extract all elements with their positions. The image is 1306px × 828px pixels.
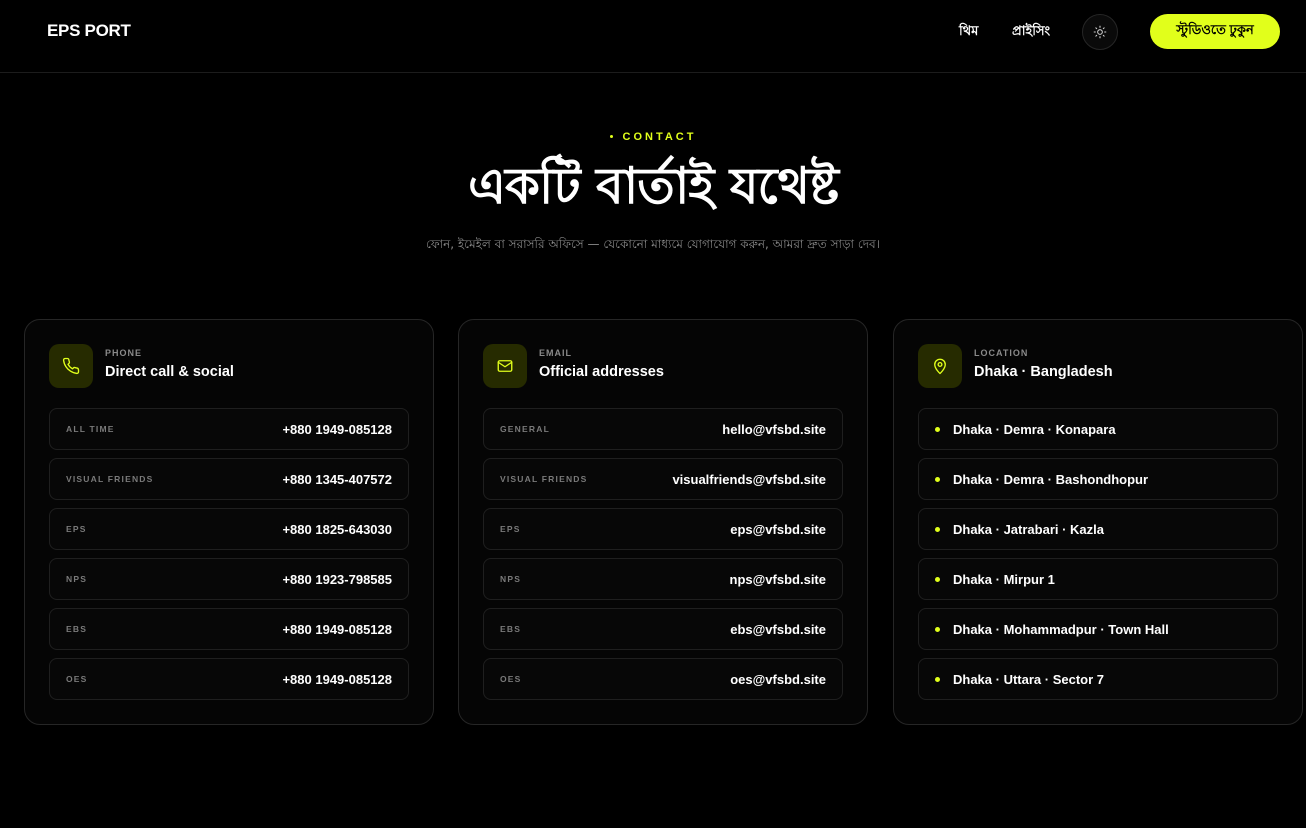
- email-row-label: NPS: [500, 574, 522, 584]
- email-address[interactable]: visualfriends@vfsbd.site: [672, 472, 826, 487]
- location-list: Dhaka · Demra · Konapara Dhaka · Demra ·…: [918, 408, 1278, 708]
- phone-card: PHONE Direct call & social ALL TIME +880 …: [24, 319, 434, 725]
- location-row[interactable]: Dhaka · Mirpur 1: [918, 558, 1278, 600]
- location-bullet: [935, 426, 940, 432]
- phone-card-title: Direct call & social: [105, 364, 234, 380]
- email-address[interactable]: eps@vfsbd.site: [730, 522, 826, 537]
- phone-row-label: ALL TIME: [66, 424, 115, 434]
- location-card-title: Dhaka · Bangladesh: [974, 364, 1113, 380]
- location-address: Dhaka · Demra · Konapara: [953, 421, 1116, 437]
- phone-number[interactable]: +880 1345-407572: [282, 472, 392, 487]
- sun-icon: [1093, 25, 1107, 39]
- phone-number[interactable]: +880 1949-085128: [282, 622, 392, 637]
- location-address: Dhaka · Uttara · Sector 7: [953, 671, 1104, 687]
- email-row[interactable]: EBS ebs@vfsbd.site: [483, 608, 843, 650]
- email-card-title: Official addresses: [539, 364, 664, 380]
- phone-row[interactable]: EPS +880 1825-643030: [49, 508, 409, 550]
- phone-row-label: NPS: [66, 574, 88, 584]
- email-address[interactable]: hello@vfsbd.site: [722, 422, 826, 437]
- phone-card-icon-box: [49, 344, 93, 388]
- location-address: Dhaka · Mohammadpur · Town Hall: [953, 621, 1169, 637]
- phone-row[interactable]: NPS +880 1923-798585: [49, 558, 409, 600]
- email-row[interactable]: GENERAL hello@vfsbd.site: [483, 408, 843, 450]
- nav-link-theme[interactable]: থিম: [959, 22, 978, 43]
- phone-number[interactable]: +880 1923-798585: [282, 572, 392, 587]
- location-address: Dhaka · Mirpur 1: [953, 571, 1055, 587]
- phone-number[interactable]: +880 1949-085128: [282, 422, 392, 437]
- phone-row-label: EBS: [66, 624, 88, 634]
- email-row[interactable]: VISUAL FRIENDS visualfriends@vfsbd.site: [483, 458, 843, 500]
- phone-row-label: OES: [66, 674, 88, 684]
- nav-link-pricing[interactable]: প্রাইসিং: [1012, 22, 1050, 43]
- phone-list: ALL TIME +880 1949-085128 VISUAL FRIENDS +…: [49, 408, 409, 708]
- email-row-label: EBS: [500, 624, 522, 634]
- location-bullet: [935, 626, 940, 632]
- phone-icon: [62, 357, 80, 375]
- page-subtitle: ফোন, ইমেইল বা সরাসরি অফিসে — যেকোনো মাধ্…: [426, 237, 880, 251]
- email-row[interactable]: OES oes@vfsbd.site: [483, 658, 843, 700]
- section-eyebrow: CONTACT: [0, 131, 1306, 143]
- email-card-icon-box: [483, 344, 527, 388]
- phone-row[interactable]: VISUAL FRIENDS +880 1345-407572: [49, 458, 409, 500]
- top-navbar: EPS PORT থিম প্রাইসিং স্টুডিওতে ঢুকুন: [0, 0, 1306, 73]
- phone-number[interactable]: +880 1949-085128: [282, 672, 392, 687]
- page-title: একটি বার্তাই যথেষ্ট: [468, 157, 839, 215]
- enter-studio-button[interactable]: স্টুডিওতে ঢুকুন: [1150, 14, 1280, 49]
- location-card: LOCATION Dhaka · Bangladesh Dhaka · Demr…: [893, 319, 1303, 725]
- email-row[interactable]: NPS nps@vfsbd.site: [483, 558, 843, 600]
- theme-toggle-button[interactable]: [1082, 14, 1118, 50]
- location-row[interactable]: Dhaka · Mohammadpur · Town Hall: [918, 608, 1278, 650]
- location-row[interactable]: Dhaka · Demra · Bashondhopur: [918, 458, 1278, 500]
- email-address[interactable]: ebs@vfsbd.site: [730, 622, 826, 637]
- email-row-label: VISUAL FRIENDS: [500, 474, 588, 484]
- email-address[interactable]: nps@vfsbd.site: [730, 572, 826, 587]
- mail-icon: [497, 360, 513, 372]
- location-bullet: [935, 526, 940, 532]
- location-bullet: [935, 476, 940, 482]
- phone-row[interactable]: EBS +880 1949-085128: [49, 608, 409, 650]
- eyebrow-text: CONTACT: [622, 131, 697, 143]
- phone-row-label: VISUAL FRIENDS: [66, 474, 154, 484]
- email-row[interactable]: EPS eps@vfsbd.site: [483, 508, 843, 550]
- email-row-label: OES: [500, 674, 522, 684]
- location-row[interactable]: Dhaka · Demra · Konapara: [918, 408, 1278, 450]
- phone-number[interactable]: +880 1825-643030: [282, 522, 392, 537]
- email-address[interactable]: oes@vfsbd.site: [730, 672, 826, 687]
- location-bullet: [935, 576, 940, 582]
- logo[interactable]: EPS PORT: [47, 21, 131, 41]
- email-row-label: GENERAL: [500, 424, 550, 434]
- email-card-kicker: EMAIL: [539, 348, 572, 358]
- location-row[interactable]: Dhaka · Jatrabari · Kazla: [918, 508, 1278, 550]
- email-card: EMAIL Official addresses GENERAL hello@vf…: [458, 319, 868, 725]
- email-row-label: EPS: [500, 524, 521, 534]
- location-card-kicker: LOCATION: [974, 348, 1029, 358]
- phone-card-kicker: PHONE: [105, 348, 143, 358]
- location-bullet: [935, 676, 940, 682]
- location-address: Dhaka · Jatrabari · Kazla: [953, 521, 1105, 537]
- map-pin-icon: [934, 358, 946, 375]
- location-row[interactable]: Dhaka · Uttara · Sector 7: [918, 658, 1278, 700]
- email-list: GENERAL hello@vfsbd.site VISUAL FRIENDS vi…: [483, 408, 843, 708]
- location-address: Dhaka · Demra · Bashondhopur: [953, 471, 1149, 487]
- eyebrow-dot: [609, 134, 613, 138]
- phone-row[interactable]: ALL TIME +880 1949-085128: [49, 408, 409, 450]
- location-card-icon-box: [918, 344, 962, 388]
- phone-row[interactable]: OES +880 1949-085128: [49, 658, 409, 700]
- phone-row-label: EPS: [66, 524, 87, 534]
